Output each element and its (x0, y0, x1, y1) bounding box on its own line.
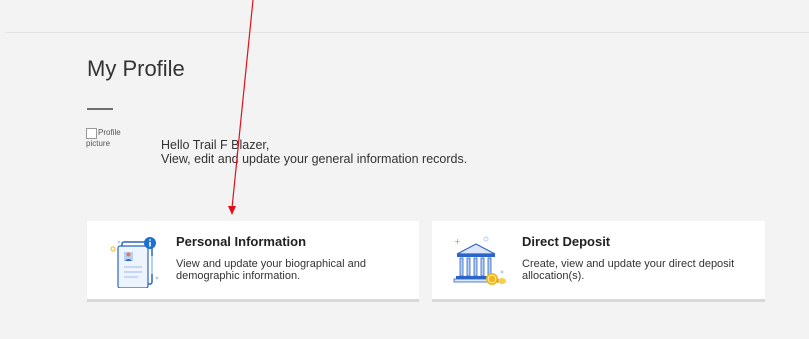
greeting-text: Hello Trail F Blazer, (161, 138, 270, 152)
page-title: My Profile (87, 56, 185, 81)
direct-deposit-description: Create, view and update your direct depo… (522, 258, 735, 282)
personal-information-title: Personal Information (176, 234, 307, 249)
direct-deposit-title: Direct Deposit (522, 234, 611, 249)
direct-deposit-card[interactable]: + Direct Deposit Create, view and update… (432, 221, 765, 302)
avatar: Profile picture (86, 128, 138, 150)
id-card-icon (110, 237, 159, 288)
svg-text:+: + (454, 237, 461, 246)
title-divider (87, 108, 113, 110)
broken-image-icon (86, 128, 97, 139)
personal-information-description: View and update your biographical and de… (176, 258, 366, 282)
top-bar (5, 0, 809, 33)
personal-information-card[interactable]: Personal Information View and update you… (87, 221, 419, 302)
greeting-block: Hello Trail F Blazer, View, edit and upd… (161, 138, 467, 166)
bank-icon: + (453, 236, 506, 285)
greeting-subtitle: View, edit and update your general infor… (161, 152, 468, 166)
